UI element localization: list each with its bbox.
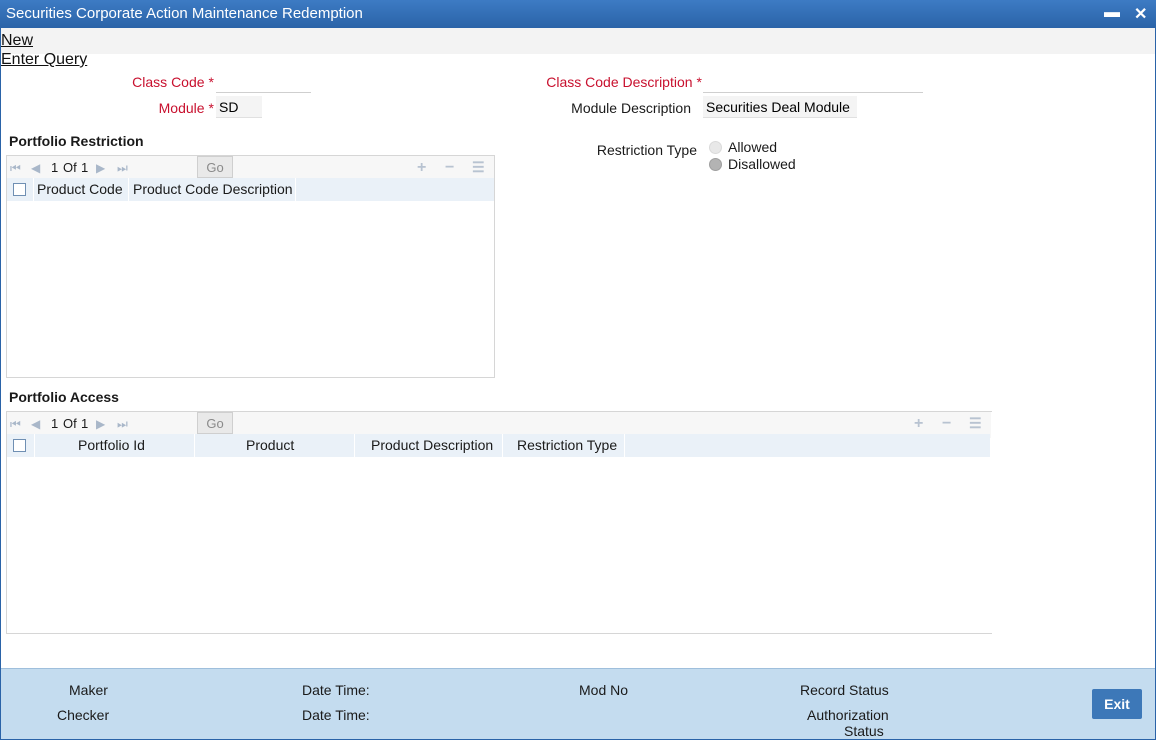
page-of: Of	[63, 416, 77, 431]
module-description-label: Module Description	[571, 100, 691, 116]
mod-no-label: Mod No	[579, 682, 629, 698]
column-separator	[128, 178, 129, 201]
select-all-checkbox[interactable]	[13, 183, 26, 196]
next-page-icon[interactable]: ▶	[96, 417, 105, 431]
disallowed-radio[interactable]	[709, 158, 722, 171]
go-button[interactable]: Go	[197, 156, 233, 178]
column-separator	[194, 434, 195, 457]
allowed-radio[interactable]	[709, 141, 722, 154]
column-separator	[502, 434, 503, 457]
column-separator	[295, 178, 296, 201]
page-of: Of	[63, 160, 77, 175]
audit-footer: Maker Checker Date Time: Date Time: Mod …	[1, 668, 1155, 739]
page-number-input[interactable]	[148, 413, 192, 436]
authorization-status-label: Authorization	[807, 707, 889, 723]
new-link[interactable]: New	[1, 32, 33, 50]
record-status-label: Record Status	[800, 682, 889, 698]
add-row-icon[interactable]: +	[914, 415, 923, 433]
module-input[interactable]	[216, 96, 262, 118]
module-description-input[interactable]	[703, 96, 857, 118]
delete-row-icon[interactable]: −	[942, 415, 951, 433]
enter-query-link[interactable]: Enter Query	[1, 51, 87, 69]
close-icon[interactable]: ✕	[1134, 4, 1147, 24]
col-product[interactable]: Product	[246, 437, 294, 453]
portfolio-restriction-title: Portfolio Restriction	[9, 133, 144, 149]
minimize-icon[interactable]: ▬	[1104, 4, 1120, 22]
window-titlebar: Securities Corporate Action Maintenance …	[0, 0, 1156, 28]
portfolio-restriction-header: Product Code Product Code Description	[7, 178, 494, 201]
required-mark: *	[696, 74, 702, 90]
page-current: 1	[51, 416, 59, 431]
required-mark: *	[208, 74, 214, 90]
window-title: Securities Corporate Action Maintenance …	[6, 5, 363, 22]
last-page-icon[interactable]: ⏭	[117, 161, 128, 176]
col-portfolio-id[interactable]: Portfolio Id	[78, 437, 145, 453]
add-row-icon[interactable]: +	[417, 159, 426, 177]
col-product-code-description[interactable]: Product Code Description	[133, 181, 293, 197]
page-current: 1	[51, 160, 59, 175]
authorization-status-label-line2: Status	[844, 723, 884, 739]
next-page-icon[interactable]: ▶	[96, 161, 105, 175]
first-page-icon[interactable]: ⏮	[10, 161, 21, 176]
module-label: Module *	[100, 100, 214, 116]
required-mark: *	[208, 100, 214, 116]
column-separator	[354, 434, 355, 457]
delete-row-icon[interactable]: −	[445, 159, 454, 177]
menu-strip	[1, 28, 1155, 54]
go-button[interactable]: Go	[197, 412, 233, 434]
maker-label: Maker	[69, 682, 108, 698]
maker-date-time-label: Date Time:	[302, 682, 370, 698]
checker-date-time-label: Date Time:	[302, 707, 370, 723]
class-code-label: Class Code *	[100, 74, 214, 90]
page-total: 1	[81, 416, 89, 431]
page-total: 1	[81, 160, 89, 175]
previous-page-icon[interactable]: ◀	[31, 417, 40, 431]
class-code-description-input[interactable]	[703, 71, 923, 93]
first-page-icon[interactable]: ⏮	[10, 417, 21, 432]
class-code-description-label: Class Code Description *	[520, 74, 702, 90]
previous-page-icon[interactable]: ◀	[31, 161, 40, 175]
last-page-icon[interactable]: ⏭	[117, 417, 128, 432]
page-number-input[interactable]	[148, 157, 192, 180]
single-view-icon[interactable]: ☰	[969, 415, 982, 432]
disallowed-label: Disallowed	[728, 156, 796, 172]
col-product-code[interactable]: Product Code	[37, 181, 123, 197]
module-label-text: Module	[158, 100, 205, 116]
portfolio-access-header: Portfolio Id Product Product Description…	[7, 434, 990, 457]
class-code-input[interactable]	[216, 71, 311, 93]
col-product-description[interactable]: Product Description	[371, 437, 493, 453]
checker-label: Checker	[57, 707, 110, 723]
exit-button[interactable]: Exit	[1092, 689, 1142, 719]
single-view-icon[interactable]: ☰	[472, 159, 485, 176]
class-code-description-label-text: Class Code Description	[546, 74, 693, 90]
column-separator	[624, 434, 625, 457]
column-separator	[34, 434, 35, 457]
select-all-checkbox[interactable]	[13, 439, 26, 452]
col-restriction-type[interactable]: Restriction Type	[517, 437, 617, 453]
column-separator	[33, 178, 34, 201]
restriction-type-label: Restriction Type	[596, 142, 697, 158]
class-code-label-text: Class Code	[132, 74, 205, 90]
allowed-label: Allowed	[728, 139, 778, 155]
portfolio-access-title: Portfolio Access	[9, 389, 119, 405]
